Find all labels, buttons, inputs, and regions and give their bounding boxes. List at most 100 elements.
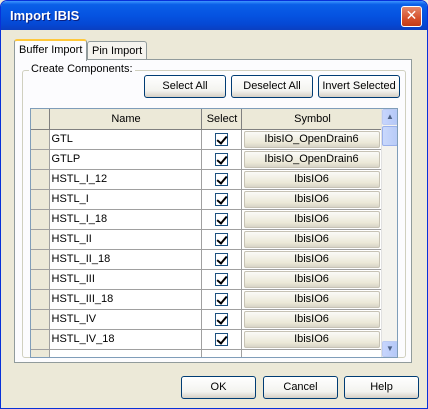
select-checkbox[interactable]: [214, 152, 228, 166]
help-button[interactable]: Help: [344, 376, 419, 399]
symbol-button[interactable]: IbisIO6: [243, 210, 380, 228]
symbol-cell[interactable]: IbisIO6: [241, 329, 383, 350]
invert-selected-button[interactable]: Invert Selected: [318, 75, 400, 98]
scroll-thumb[interactable]: [382, 126, 397, 146]
deselect-all-button[interactable]: Deselect All: [231, 75, 313, 98]
arrow-down-icon: ▼: [386, 344, 394, 353]
table-row[interactable]: HSTL_III IbisIO6: [31, 269, 383, 290]
buffer-name-cell[interactable]: GTLP: [49, 149, 202, 170]
table-row[interactable]: HSTL_III_18 IbisIO6: [31, 289, 383, 310]
import-ibis-dialog: Import IBIS ✕ Buffer Import Pin Import C…: [0, 0, 428, 409]
row-header[interactable]: [31, 229, 50, 250]
row-header[interactable]: [31, 269, 50, 290]
table-row[interactable]: HSTL_IV_18 IbisIO6: [31, 329, 383, 350]
buffer-name-cell[interactable]: HSTL_I: [49, 189, 202, 210]
symbol-cell[interactable]: IbisIO6: [241, 209, 383, 230]
select-cell[interactable]: [201, 189, 242, 210]
symbol-button[interactable]: IbisIO6: [243, 310, 380, 328]
select-cell[interactable]: [201, 289, 242, 310]
tab-pin-import[interactable]: Pin Import: [87, 41, 148, 60]
select-checkbox[interactable]: [214, 212, 228, 226]
symbol-button[interactable]: IbisIO6: [243, 270, 380, 288]
symbol-button[interactable]: IbisIO_OpenDrain6: [243, 150, 380, 168]
select-checkbox[interactable]: [214, 272, 228, 286]
tab-buffer-import[interactable]: Buffer Import: [14, 39, 88, 61]
vertical-scrollbar[interactable]: ▲ ▼: [381, 109, 397, 357]
row-header[interactable]: [31, 169, 50, 190]
buffer-name-cell[interactable]: HSTL_III_18: [49, 289, 202, 310]
select-all-button[interactable]: Select All: [144, 75, 226, 98]
select-cell[interactable]: [201, 249, 242, 270]
ok-button[interactable]: OK: [181, 376, 256, 399]
column-header-select[interactable]: Select: [201, 109, 242, 130]
symbol-cell[interactable]: IbisIO6: [241, 169, 383, 190]
symbol-cell[interactable]: IbisIO6: [241, 229, 383, 250]
scroll-up-button[interactable]: ▲: [382, 109, 397, 125]
select-cell[interactable]: [201, 149, 242, 170]
empty-row: [31, 349, 383, 357]
select-cell[interactable]: [201, 269, 242, 290]
row-header[interactable]: [31, 189, 50, 210]
symbol-cell[interactable]: IbisIO_OpenDrain6: [241, 149, 383, 170]
select-checkbox[interactable]: [214, 332, 228, 346]
select-checkbox[interactable]: [214, 252, 228, 266]
table-row[interactable]: HSTL_I IbisIO6: [31, 189, 383, 210]
column-header-name[interactable]: Name: [49, 109, 202, 130]
table-row[interactable]: GTL IbisIO_OpenDrain6: [31, 129, 383, 150]
table-row[interactable]: HSTL_I_18 IbisIO6: [31, 209, 383, 230]
select-checkbox[interactable]: [214, 292, 228, 306]
row-header[interactable]: [31, 209, 50, 230]
symbol-cell[interactable]: IbisIO6: [241, 189, 383, 210]
scroll-down-button[interactable]: ▼: [382, 341, 397, 357]
column-header-symbol[interactable]: Symbol: [241, 109, 383, 130]
header-row: Name Select Symbol: [31, 109, 383, 130]
select-cell[interactable]: [201, 229, 242, 250]
cancel-button[interactable]: Cancel: [263, 376, 338, 399]
symbol-button[interactable]: IbisIO6: [243, 330, 380, 348]
table-row[interactable]: HSTL_IV IbisIO6: [31, 309, 383, 330]
row-header[interactable]: [31, 289, 50, 310]
symbol-button[interactable]: IbisIO6: [243, 290, 380, 308]
select-checkbox[interactable]: [214, 312, 228, 326]
select-cell[interactable]: [201, 209, 242, 230]
row-header[interactable]: [31, 249, 50, 270]
select-checkbox[interactable]: [214, 232, 228, 246]
buffer-name-cell[interactable]: HSTL_IV_18: [49, 329, 202, 350]
row-header[interactable]: [31, 309, 50, 330]
symbol-cell[interactable]: IbisIO6: [241, 309, 383, 330]
symbol-cell[interactable]: IbisIO6: [241, 289, 383, 310]
symbol-button[interactable]: IbisIO6: [243, 250, 380, 268]
buffer-name-cell[interactable]: HSTL_II_18: [49, 249, 202, 270]
buffer-name-cell[interactable]: HSTL_II: [49, 229, 202, 250]
symbol-button[interactable]: IbisIO6: [243, 230, 380, 248]
select-cell[interactable]: [201, 129, 242, 150]
buffer-name-cell[interactable]: HSTL_I_18: [49, 209, 202, 230]
buffer-name-cell[interactable]: HSTL_IV: [49, 309, 202, 330]
table-row[interactable]: HSTL_I_12 IbisIO6: [31, 169, 383, 190]
table-row[interactable]: GTLP IbisIO_OpenDrain6: [31, 149, 383, 170]
buffer-name-cell[interactable]: GTL: [49, 129, 202, 150]
row-header[interactable]: [31, 149, 50, 170]
symbol-cell[interactable]: IbisIO6: [241, 249, 383, 270]
table-row[interactable]: HSTL_II_18 IbisIO6: [31, 249, 383, 270]
buffer-name-cell[interactable]: HSTL_I_12: [49, 169, 202, 190]
select-cell[interactable]: [201, 329, 242, 350]
row-header[interactable]: [31, 129, 50, 150]
select-cell[interactable]: [201, 169, 242, 190]
select-cell[interactable]: [201, 309, 242, 330]
symbol-button[interactable]: IbisIO_OpenDrain6: [243, 130, 380, 148]
buffer-name-cell[interactable]: HSTL_III: [49, 269, 202, 290]
symbol-cell[interactable]: IbisIO6: [241, 269, 383, 290]
title-bar[interactable]: Import IBIS ✕: [1, 1, 427, 30]
symbol-button[interactable]: IbisIO6: [243, 190, 380, 208]
row-header[interactable]: [31, 329, 50, 350]
symbol-button[interactable]: IbisIO6: [243, 170, 380, 188]
window-title: Import IBIS: [10, 8, 80, 23]
row-header: [31, 349, 50, 357]
select-checkbox[interactable]: [214, 132, 228, 146]
table-row[interactable]: HSTL_II IbisIO6: [31, 229, 383, 250]
select-checkbox[interactable]: [214, 192, 228, 206]
select-checkbox[interactable]: [214, 172, 228, 186]
symbol-cell[interactable]: IbisIO_OpenDrain6: [241, 129, 383, 150]
close-button[interactable]: ✕: [401, 6, 422, 27]
